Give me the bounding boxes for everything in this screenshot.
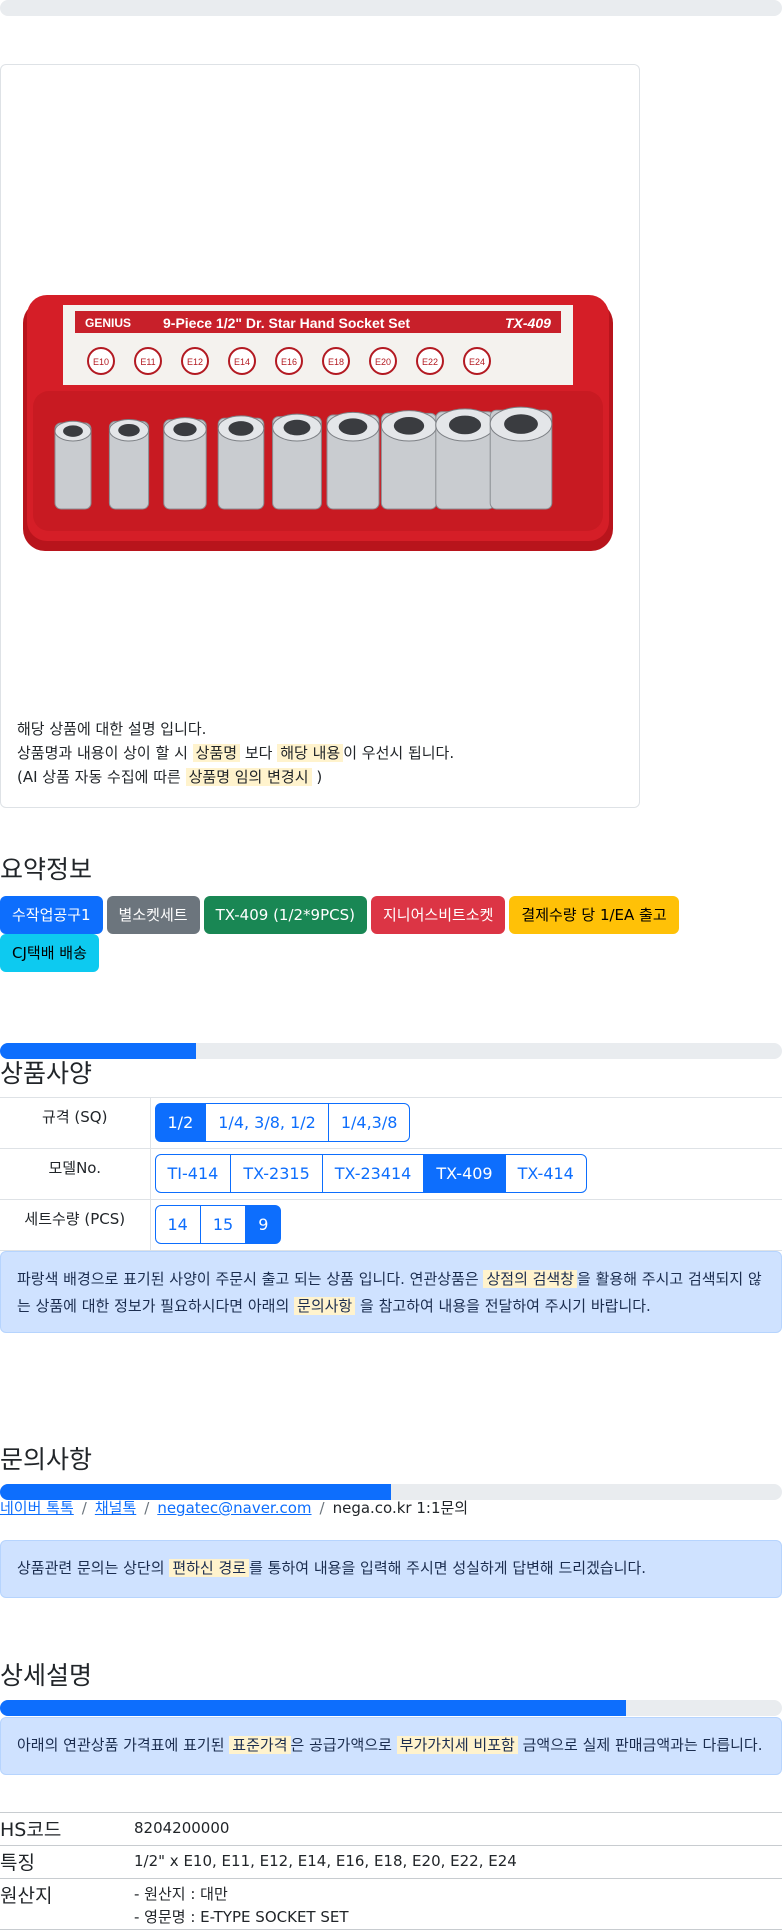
socket-icon: [272, 413, 322, 510]
badge-delivery: CJ택배 배송: [0, 934, 99, 972]
info-value-hscode: 8204200000: [134, 1819, 230, 1837]
size-option[interactable]: 1/4,3/8: [327, 1103, 411, 1142]
info-key-origin: 원산지: [0, 1878, 134, 1930]
badge-category: 수작업공구1: [0, 896, 103, 934]
info-value-feature: 1/2" x E10, E11, E12, E14, E16, E18, E20…: [134, 1852, 517, 1870]
badge-type: 별소켓세트: [106, 896, 200, 934]
size-mark-label: E24: [469, 357, 485, 367]
spec-progress-bar: [0, 1043, 782, 1059]
summary-title: 요약정보: [0, 855, 93, 884]
badge-shipping-qty: 결제수량 당 1/EA 출고: [509, 896, 679, 934]
spec-label-quantity: 세트수량 (PCS): [0, 1199, 151, 1251]
highlight-standard-price: 표준가격: [229, 1736, 291, 1754]
highlight-inquiry: 문의사항: [294, 1297, 356, 1315]
email-link[interactable]: negatec@naver.com: [157, 1499, 311, 1517]
summary-badges: 수작업공구1 별소켓세트 TX-409 (1/2*9PCS) 지니어스비트소켓 …: [0, 896, 700, 972]
size-mark-label: E16: [281, 357, 297, 367]
spec-notice: 파랑색 배경으로 표기된 사양이 주문시 출고 되는 상품 입니다. 연관상품은…: [0, 1251, 782, 1333]
socket-icon: [54, 420, 92, 510]
spec-table: 규격 (SQ) 1/2 1/4, 3/8, 1/2 1/4,3/8 모델No. …: [0, 1097, 782, 1251]
socket-icon: [326, 411, 380, 510]
size-mark-label: E14: [234, 357, 250, 367]
quantity-option[interactable]: 9: [245, 1205, 282, 1244]
spec-label-size: 규격 (SQ): [0, 1097, 151, 1149]
socket-icon: [489, 406, 553, 510]
label-brand: GENIUS: [85, 316, 131, 330]
socket-icon: [217, 415, 265, 510]
size-mark-label: E22: [422, 357, 438, 367]
info-key-hscode: HS코드: [0, 1812, 134, 1846]
naver-talktalk-link[interactable]: 네이버 톡톡: [0, 1499, 74, 1517]
spec-row-size: 규격 (SQ) 1/2 1/4, 3/8, 1/2 1/4,3/8: [0, 1097, 782, 1149]
inquiry-notice: 상품관련 문의는 상단의 편하신 경로 를 통하여 내용을 입력해 주시면 성실하…: [0, 1540, 782, 1598]
model-option[interactable]: TI-414: [154, 1154, 232, 1193]
socket-icon: [163, 417, 207, 510]
product-image-card: GENIUS 9-Piece 1/2" Dr. Star Hand Socket…: [0, 64, 640, 808]
info-value-origin: - 원산지 : 대만: [134, 1885, 228, 1903]
highlight-name-change: 상품명 임의 변경시: [185, 768, 312, 786]
spec-row-model: 모델No. TI-414 TX-2315 TX-23414 TX-409 TX-…: [0, 1148, 782, 1200]
highlight-route: 편하신 경로: [169, 1559, 250, 1577]
size-mark-label: E12: [187, 357, 203, 367]
info-key-feature: 특징: [0, 1845, 134, 1879]
model-option[interactable]: TX-414: [504, 1154, 587, 1193]
detail-info-table: HS코드 8204200000 특징 1/2" x E10, E11, E12,…: [0, 1812, 782, 1930]
highlight-search: 상점의 검색창: [483, 1270, 578, 1288]
highlight-product-name: 상품명: [192, 744, 241, 762]
inquiry-breadcrumb: 네이버 톡톡 / 채널톡 / negatec@naver.com / nega.co.kr …: [0, 1499, 469, 1517]
info-row-hscode: HS코드 8204200000: [0, 1812, 782, 1846]
model-options: TI-414 TX-2315 TX-23414 TX-409 TX-414: [154, 1154, 782, 1193]
detail-title: 상세설명: [0, 1661, 93, 1690]
detail-notice: 아래의 연관상품 가격표에 표기된 표준가격 은 공급가액으로 부가가치세 비포함…: [0, 1717, 782, 1775]
highlight-content: 해당 내용: [277, 744, 344, 762]
info-row-feature: 특징 1/2" x E10, E11, E12, E14, E16, E18, …: [0, 1845, 782, 1879]
size-option[interactable]: 1/2: [154, 1103, 207, 1142]
product-image: GENIUS 9-Piece 1/2" Dr. Star Hand Socket…: [23, 295, 613, 551]
socket-icon: [435, 408, 495, 510]
detail-progress-bar: [0, 1700, 782, 1716]
size-mark-label: E10: [93, 357, 109, 367]
highlight-vat: 부가가치세 비포함: [396, 1736, 518, 1754]
product-description: 해당 상품에 대한 설명 입니다. 상품명과 내용이 상이 할 시 상품명 보다…: [17, 717, 627, 789]
one-on-one-inquiry: nega.co.kr 1:1문의: [332, 1499, 469, 1517]
model-option[interactable]: TX-409: [423, 1154, 506, 1193]
top-progress-bar: [0, 0, 782, 16]
size-options: 1/2 1/4, 3/8, 1/2 1/4,3/8: [154, 1103, 782, 1142]
quantity-options: 14 15 9: [154, 1205, 782, 1244]
size-mark-label: E20: [375, 357, 391, 367]
badge-model: TX-409 (1/2*9PCS): [203, 896, 367, 934]
socket-icon: [108, 418, 150, 510]
inquiry-title: 문의사항: [0, 1445, 93, 1474]
spec-row-quantity: 세트수량 (PCS) 14 15 9: [0, 1199, 782, 1251]
model-option[interactable]: TX-23414: [321, 1154, 425, 1193]
size-option[interactable]: 1/4, 3/8, 1/2: [205, 1103, 329, 1142]
spec-label-model: 모델No.: [0, 1148, 151, 1200]
channel-talk-link[interactable]: 채널톡: [95, 1499, 136, 1517]
quantity-option[interactable]: 15: [199, 1205, 247, 1244]
label-code: TX-409: [505, 315, 551, 331]
size-mark-label: E18: [328, 357, 344, 367]
desc-line-3: (AI 상품 자동 수집에 따른 상품명 임의 변경시 ): [17, 768, 323, 786]
info-row-origin: 원산지 - 원산지 : 대만 - 영문명 : E-TYPE SOCKET SET: [0, 1878, 782, 1930]
quantity-option[interactable]: 14: [154, 1205, 201, 1244]
model-option[interactable]: TX-2315: [230, 1154, 323, 1193]
size-mark-label: E11: [140, 357, 155, 367]
label-title: 9-Piece 1/2" Dr. Star Hand Socket Set: [163, 315, 410, 331]
socket-icon: [380, 410, 438, 510]
desc-line-2: 상품명과 내용이 상이 할 시 상품명 보다 해당 내용 이 우선시 됩니다.: [17, 744, 455, 762]
desc-line-1: 해당 상품에 대한 설명 입니다.: [17, 720, 207, 738]
badge-brand: 지니어스비트소켓: [371, 896, 506, 934]
info-value-english-name: - 영문명 : E-TYPE SOCKET SET: [134, 1908, 349, 1926]
spec-title: 상품사양: [0, 1059, 93, 1088]
